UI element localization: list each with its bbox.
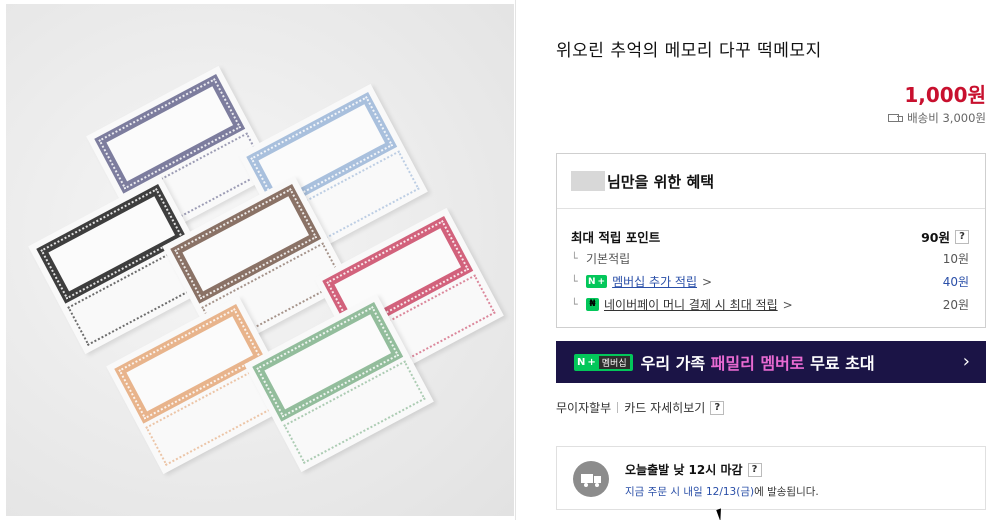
separator (617, 402, 619, 413)
payment-options: 무이자할부 카드 자세히보기 ? (556, 399, 725, 416)
truck-icon (888, 113, 904, 123)
naverpay-points-row[interactable]: └ ₦ 네이버페이 머니 결제 시 최대 적립 > 20원 (571, 296, 969, 313)
banner-text-part1: 우리 가족 (640, 354, 706, 373)
banner-text-highlight: 패밀리 멤버로 (710, 354, 805, 373)
product-title: 위오린 추억의 메모리 다꾸 떡메모지 (556, 41, 822, 61)
product-price: 1,000원 (904, 83, 986, 107)
delivery-info-box: 오늘출발 낮 12시 마감 ? 지금 주문 시 내일 12/13(금)에 발송됩… (556, 446, 986, 510)
basic-points-row: └ 기본적립 10원 (571, 250, 969, 267)
naver-membership-badge-icon: N + 멤버십 (574, 353, 633, 371)
basic-points-value: 10원 (942, 252, 969, 266)
panel-divider (515, 0, 516, 520)
delivery-help-icon[interactable]: ? (747, 462, 762, 477)
max-points-value: 90원 (921, 230, 950, 245)
naver-plus-badge-icon: N + (586, 275, 608, 288)
tree-branch-icon: └ (571, 275, 578, 288)
tree-branch-icon: └ (571, 252, 578, 265)
membership-points-link[interactable]: 멤버십 추가 적립 (612, 273, 697, 290)
chevron-right-icon: › (962, 351, 970, 372)
banner-text-part2: 무료 초대 (810, 354, 875, 373)
installment-label: 무이자할부 (556, 401, 612, 415)
shipping-fee: 배송비 3,000원 (888, 110, 986, 126)
naverpay-points-link[interactable]: 네이버페이 머니 결제 시 최대 적립 (604, 296, 778, 313)
membership-points-row[interactable]: └ N + 멤버십 추가 적립 > 40원 (571, 273, 969, 290)
naverpay-icon: ₦ (586, 298, 599, 311)
max-points-label: 최대 적립 포인트 (571, 230, 661, 245)
chevron-right-icon: > (782, 297, 793, 312)
blurred-username (571, 171, 605, 191)
delivery-desc: 지금 주문 시 내일 12/13(금)에 발송됩니다. (625, 484, 819, 499)
max-points-row: 최대 적립 포인트 90원 ? (571, 227, 969, 246)
benefit-header-text: 님만을 위한 혜택 (607, 172, 715, 191)
tree-branch-icon: └ (571, 298, 578, 311)
truck-icon (573, 461, 609, 497)
shipping-fee-text: 배송비 3,000원 (907, 111, 986, 125)
benefit-box: 님만을 위한 혜택 최대 적립 포인트 90원 ? └ 기본적립 10원 └ N… (556, 153, 986, 328)
delivery-date: 지금 주문 시 내일 12/13(금) (625, 486, 755, 498)
naverpay-points-value: 20원 (942, 298, 969, 312)
product-image[interactable] (6, 4, 514, 516)
family-membership-banner[interactable]: N + 멤버십 우리 가족 패밀리 멤버로 무료 초대 › (556, 341, 986, 383)
basic-points-label: 기본적립 (586, 252, 631, 266)
card-help-icon[interactable]: ? (710, 400, 725, 415)
membership-points-value: 40원 (942, 275, 969, 289)
card-details-link[interactable]: 카드 자세히보기 (624, 399, 705, 416)
delivery-title-row: 오늘출발 낮 12시 마감 ? (625, 461, 762, 478)
chevron-right-icon: > (702, 274, 713, 289)
delivery-desc-tail: 에 발송됩니다. (754, 486, 819, 498)
benefit-header: 님만을 위한 혜택 (557, 154, 985, 209)
points-help-icon[interactable]: ? (955, 229, 969, 244)
delivery-title: 오늘출발 낮 12시 마감 (625, 463, 743, 477)
